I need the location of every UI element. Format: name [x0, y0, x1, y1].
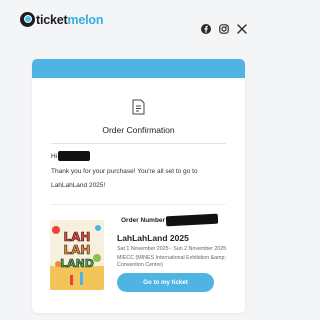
card-header-band [32, 59, 245, 78]
poster-text-line1: LAH [64, 230, 91, 244]
event-dates: Sat 1 November 2025 - Sun 2 November 202… [117, 246, 227, 252]
divider [51, 143, 226, 144]
greeting-prefix: Hi [51, 152, 58, 160]
thank-you-message: Thank you for your purchase! You're all … [51, 168, 198, 189]
instagram-icon[interactable] [219, 24, 229, 34]
document-icon [132, 99, 145, 115]
redacted-order-number [165, 213, 219, 227]
event-name: LahLahLand 2025 [117, 233, 189, 243]
poster-text-line3: LAND [60, 257, 94, 270]
event-poster[interactable]: LAH LAH LAND [50, 220, 104, 290]
event-venue: MIECC (MINES International Exhibition &a… [117, 255, 226, 268]
order-number: Order Number [121, 213, 219, 227]
ticketmelon-logo[interactable]: ticketmelon [20, 12, 103, 27]
divider [51, 204, 226, 205]
brand-name-part1: ticket [36, 12, 68, 27]
poster-text-line2: LAH [64, 243, 91, 257]
confirmation-card: Order Confirmation Hi Thank you for your… [32, 59, 245, 313]
greeting: Hi [51, 151, 91, 161]
go-to-ticket-button[interactable]: Go to my ticket [117, 273, 214, 292]
facebook-icon[interactable] [201, 24, 211, 34]
redacted-name [58, 151, 91, 161]
order-number-label: Order Number [121, 216, 166, 224]
brand-name-part2: melon [67, 12, 104, 27]
social-links [201, 24, 247, 34]
email-title: Order Confirmation [102, 125, 175, 135]
logo-mark-icon [20, 12, 35, 27]
email-page: ticketmelon Order Confirmation Hi Thank … [0, 0, 263, 320]
x-icon[interactable] [237, 24, 247, 34]
